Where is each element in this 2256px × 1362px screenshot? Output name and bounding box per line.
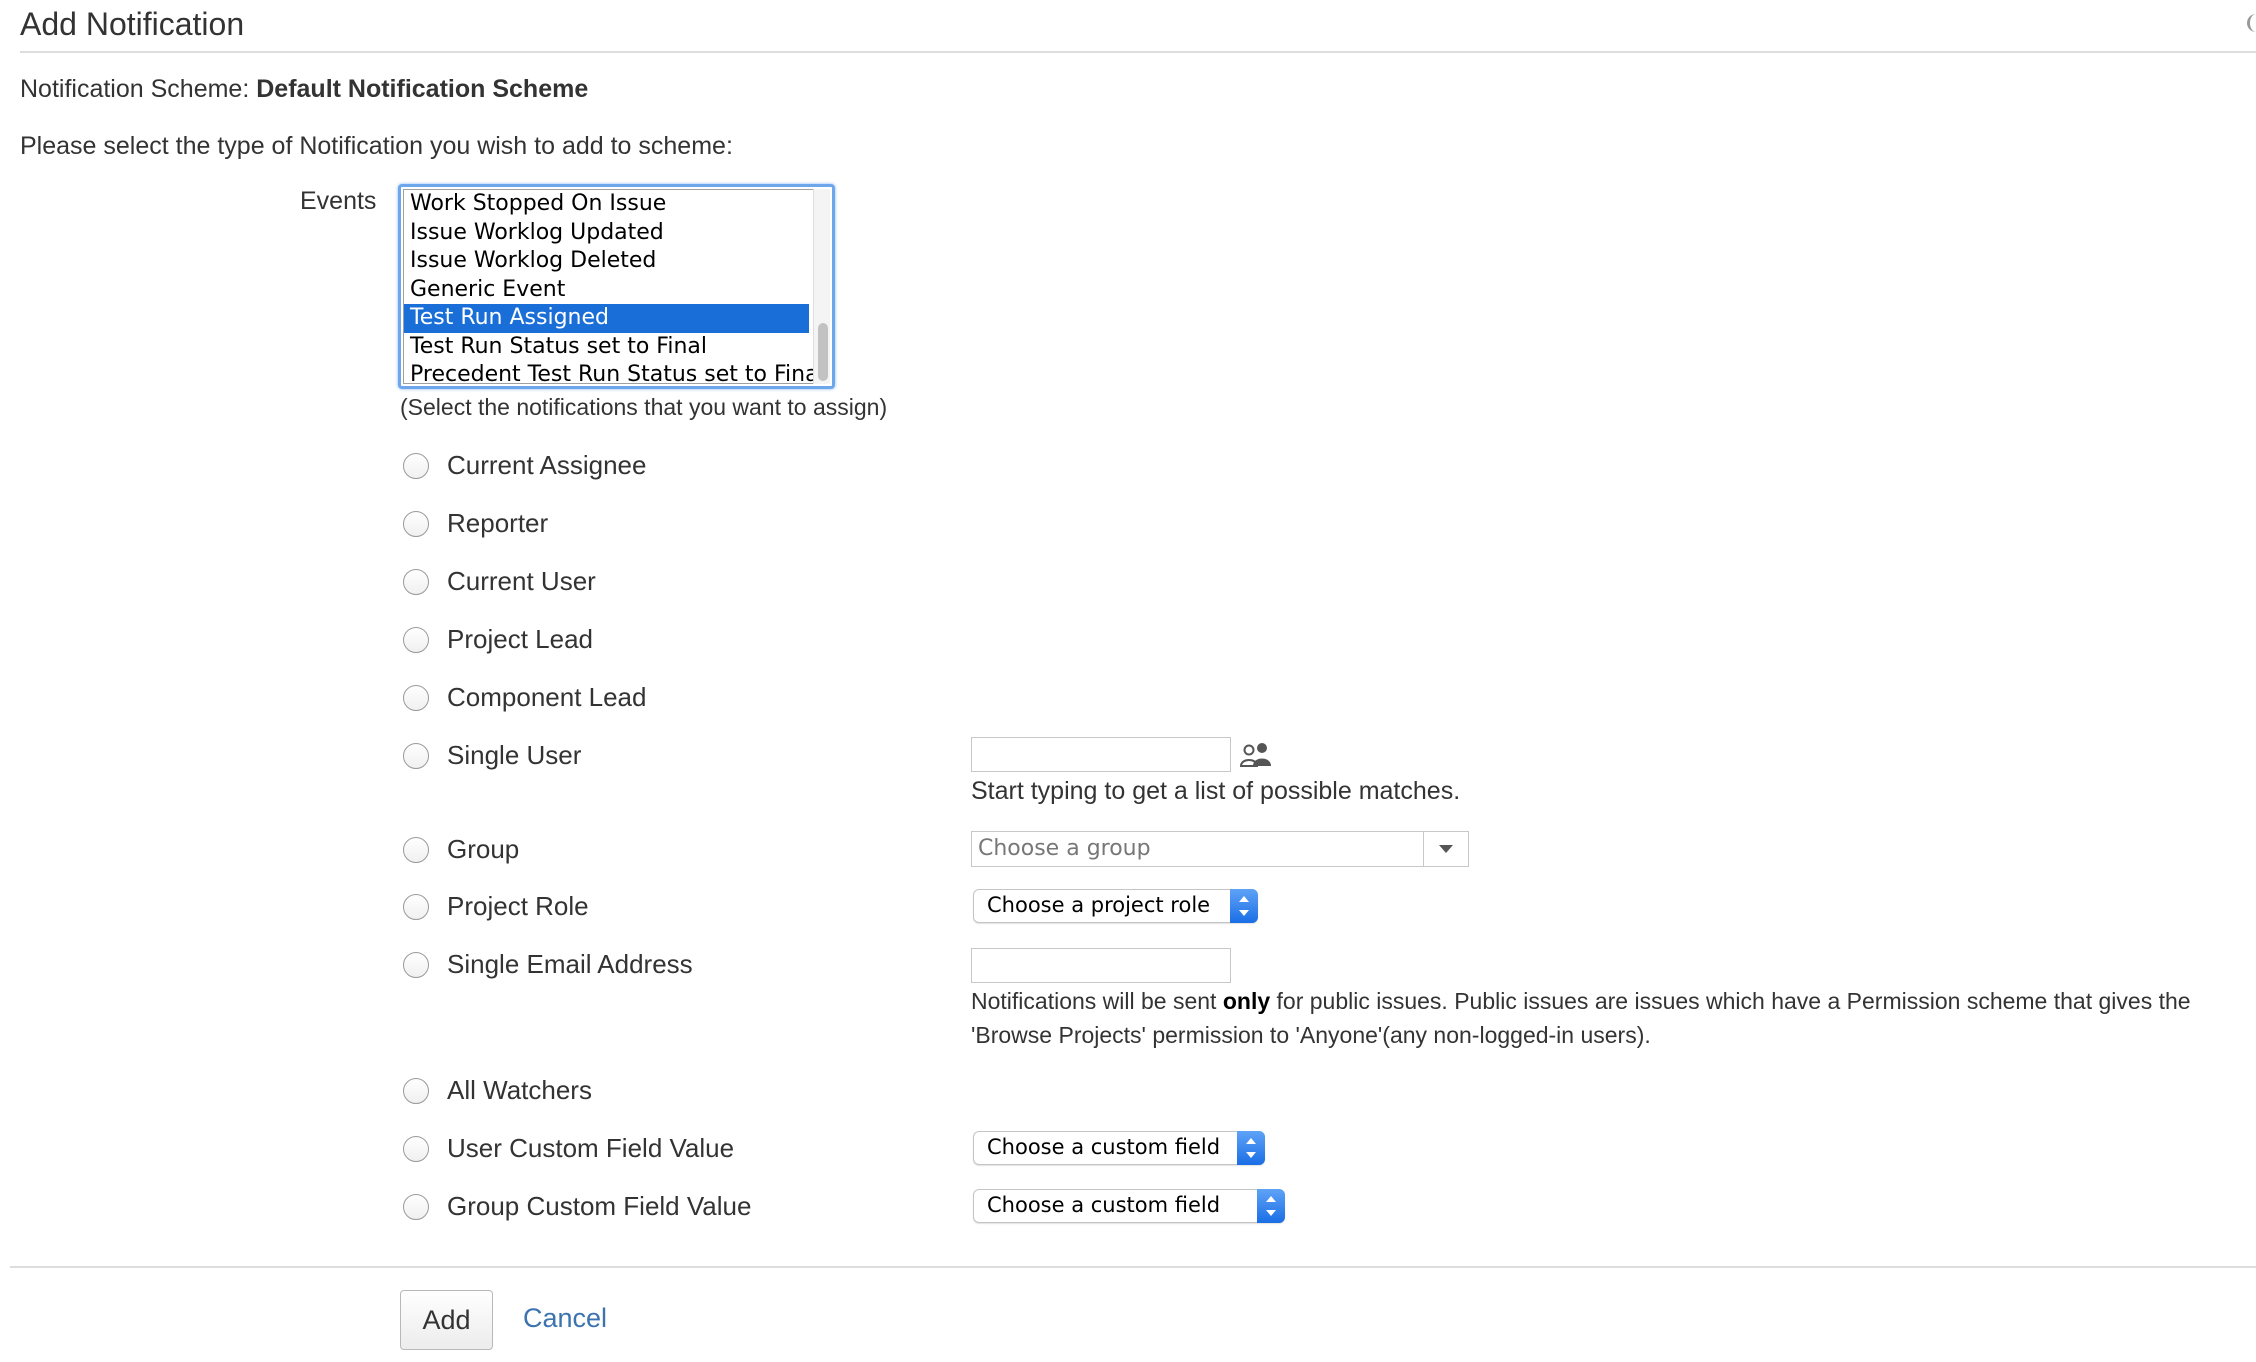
option-label: Group Custom Field Value [447, 1191, 752, 1221]
add-button[interactable]: Add [400, 1290, 493, 1350]
event-option[interactable]: Issue Worklog Deleted [404, 247, 809, 276]
option-label: User Custom Field Value [447, 1133, 735, 1163]
page-title: Add Notification [20, 6, 245, 42]
option-label: Reporter [447, 508, 549, 538]
scheme-name: Default Notification Scheme [256, 75, 589, 103]
radio-button[interactable] [403, 453, 429, 479]
group-select[interactable]: Choose a group [971, 831, 1469, 867]
option-label: Single User [447, 740, 582, 770]
events-list: Work Stopped On Issue Issue Worklog Upda… [403, 189, 830, 386]
radio-button[interactable] [403, 685, 429, 711]
event-option[interactable]: Test Run Status set to Final [404, 333, 809, 362]
option-label: Current User [447, 566, 596, 596]
cancel-link[interactable]: Cancel [523, 1303, 607, 1334]
group-custom-field-select[interactable]: Choose a custom field [973, 1189, 1285, 1223]
email-note-prefix: Notifications will be sent [971, 988, 1223, 1014]
option-label: Component Lead [447, 682, 647, 712]
window-edge-mark [2247, 14, 2256, 32]
select-stepper-icon [1237, 1131, 1265, 1165]
single-email-input[interactable] [971, 948, 1231, 983]
events-hint: (Select the notifications that you want … [400, 394, 888, 420]
radio-button[interactable] [403, 894, 429, 920]
scheme-label: Notification Scheme: [20, 75, 250, 103]
radio-button[interactable] [403, 743, 429, 769]
events-label: Events [300, 187, 377, 215]
event-option[interactable]: Issue Worklog Updated [404, 219, 809, 248]
footer-divider [10, 1266, 2256, 1268]
group-custom-field-select-value: Choose a custom field [987, 1193, 1221, 1217]
option-label: Group [447, 834, 520, 864]
form-prompt: Please select the type of Notification y… [20, 132, 733, 160]
option-label: Single Email Address [447, 949, 693, 979]
project-role-select-value: Choose a project role [987, 893, 1211, 917]
radio-button[interactable] [403, 1136, 429, 1162]
project-role-select[interactable]: Choose a project role [973, 889, 1258, 923]
single-user-input[interactable] [971, 737, 1231, 772]
user-custom-field-select-value: Choose a custom field [987, 1135, 1221, 1159]
single-user-help: Start typing to get a list of possible m… [971, 777, 1461, 805]
scheme-line: Notification Scheme: Default Notificatio… [20, 75, 588, 104]
select-stepper-icon [1257, 1189, 1285, 1223]
event-option-selected[interactable]: Test Run Assigned [404, 304, 809, 333]
radio-button[interactable] [403, 511, 429, 537]
user-custom-field-select[interactable]: Choose a custom field [973, 1131, 1265, 1165]
email-note: Notifications will be sent only for publ… [971, 984, 2256, 1052]
radio-button[interactable] [403, 1078, 429, 1104]
group-select-placeholder: Choose a group [978, 836, 1151, 861]
email-note-bold: only [1222, 988, 1271, 1014]
option-label: Project Lead [447, 624, 593, 654]
radio-button[interactable] [403, 837, 429, 863]
option-label: Project Role [447, 891, 589, 921]
chevron-down-icon[interactable] [1423, 832, 1468, 866]
user-picker-icon[interactable] [1238, 740, 1274, 770]
select-stepper-icon [1230, 889, 1258, 923]
event-option[interactable]: Work Stopped On Issue [404, 190, 809, 219]
event-option[interactable]: Generic Event [404, 276, 809, 305]
option-label: All Watchers [447, 1075, 592, 1105]
radio-button[interactable] [403, 952, 429, 978]
title-divider [20, 51, 2256, 53]
radio-button[interactable] [403, 569, 429, 595]
radio-button[interactable] [403, 1194, 429, 1220]
events-scrollbar-thumb[interactable] [818, 323, 828, 381]
event-option[interactable]: Precedent Test Run Status set to Final [404, 361, 825, 386]
events-listbox[interactable]: Work Stopped On Issue Issue Worklog Upda… [398, 184, 835, 389]
radio-button[interactable] [403, 627, 429, 653]
option-label: Current Assignee [447, 450, 647, 480]
